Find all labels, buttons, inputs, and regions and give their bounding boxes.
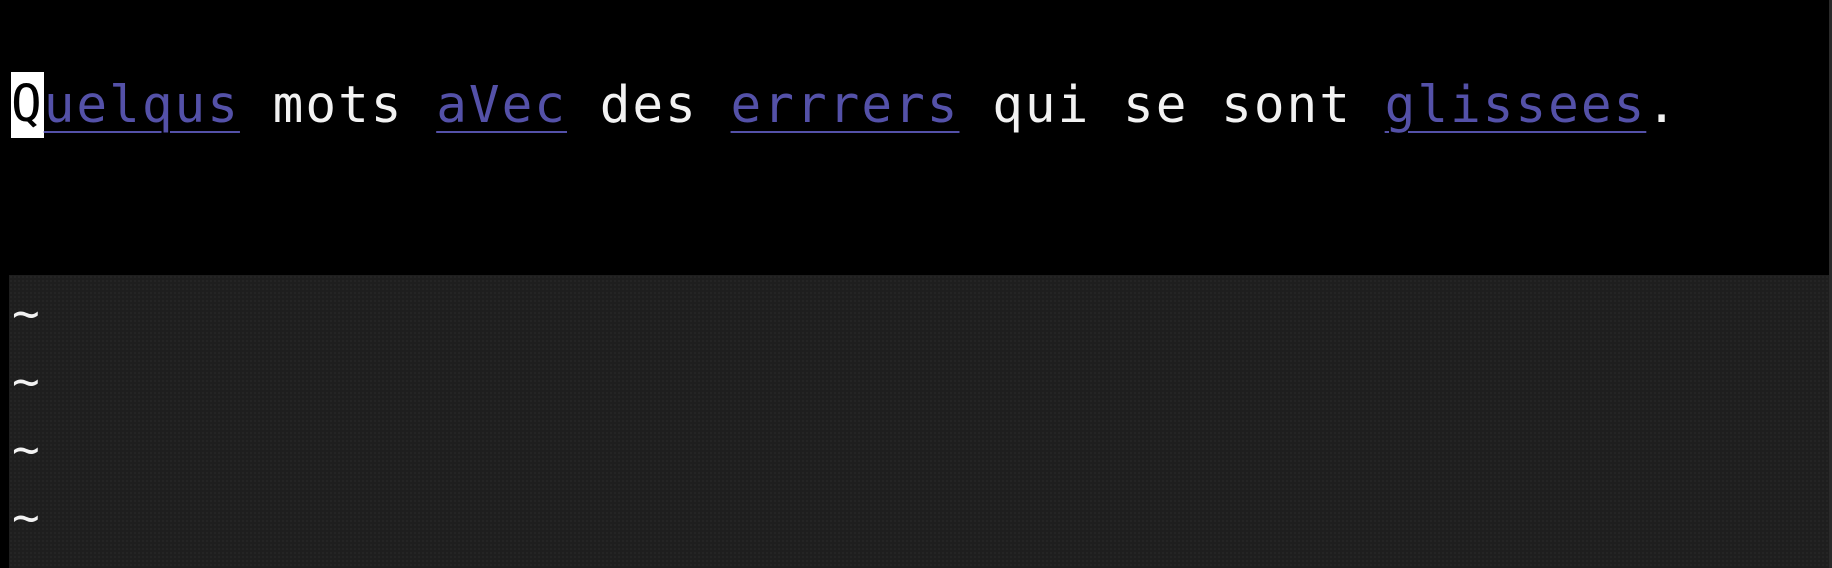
text-segment: mots — [239, 75, 437, 135]
text-segment: des — [567, 75, 731, 135]
empty-line-marker: ~ — [12, 354, 40, 408]
empty-line-marker: ~ — [12, 286, 40, 340]
misspelled-word[interactable]: glissees — [1385, 76, 1647, 135]
text-segment: . — [1646, 75, 1680, 135]
misspelled-word[interactable]: uelqus — [44, 76, 240, 135]
block-cursor: Q — [11, 72, 44, 138]
text-segment: qui se sont — [959, 75, 1385, 135]
misspelled-word[interactable]: errrers — [731, 76, 960, 135]
misspelled-word[interactable]: aVec — [436, 76, 567, 135]
empty-buffer-area — [9, 275, 1829, 568]
empty-line-marker: ~ — [12, 490, 40, 544]
editor-text-line[interactable]: Quelqus mots aVec des errrers qui se son… — [11, 72, 1679, 138]
terminal-window[interactable]: Quelqus mots aVec des errrers qui se son… — [0, 0, 1832, 568]
empty-line-marker: ~ — [12, 422, 40, 476]
